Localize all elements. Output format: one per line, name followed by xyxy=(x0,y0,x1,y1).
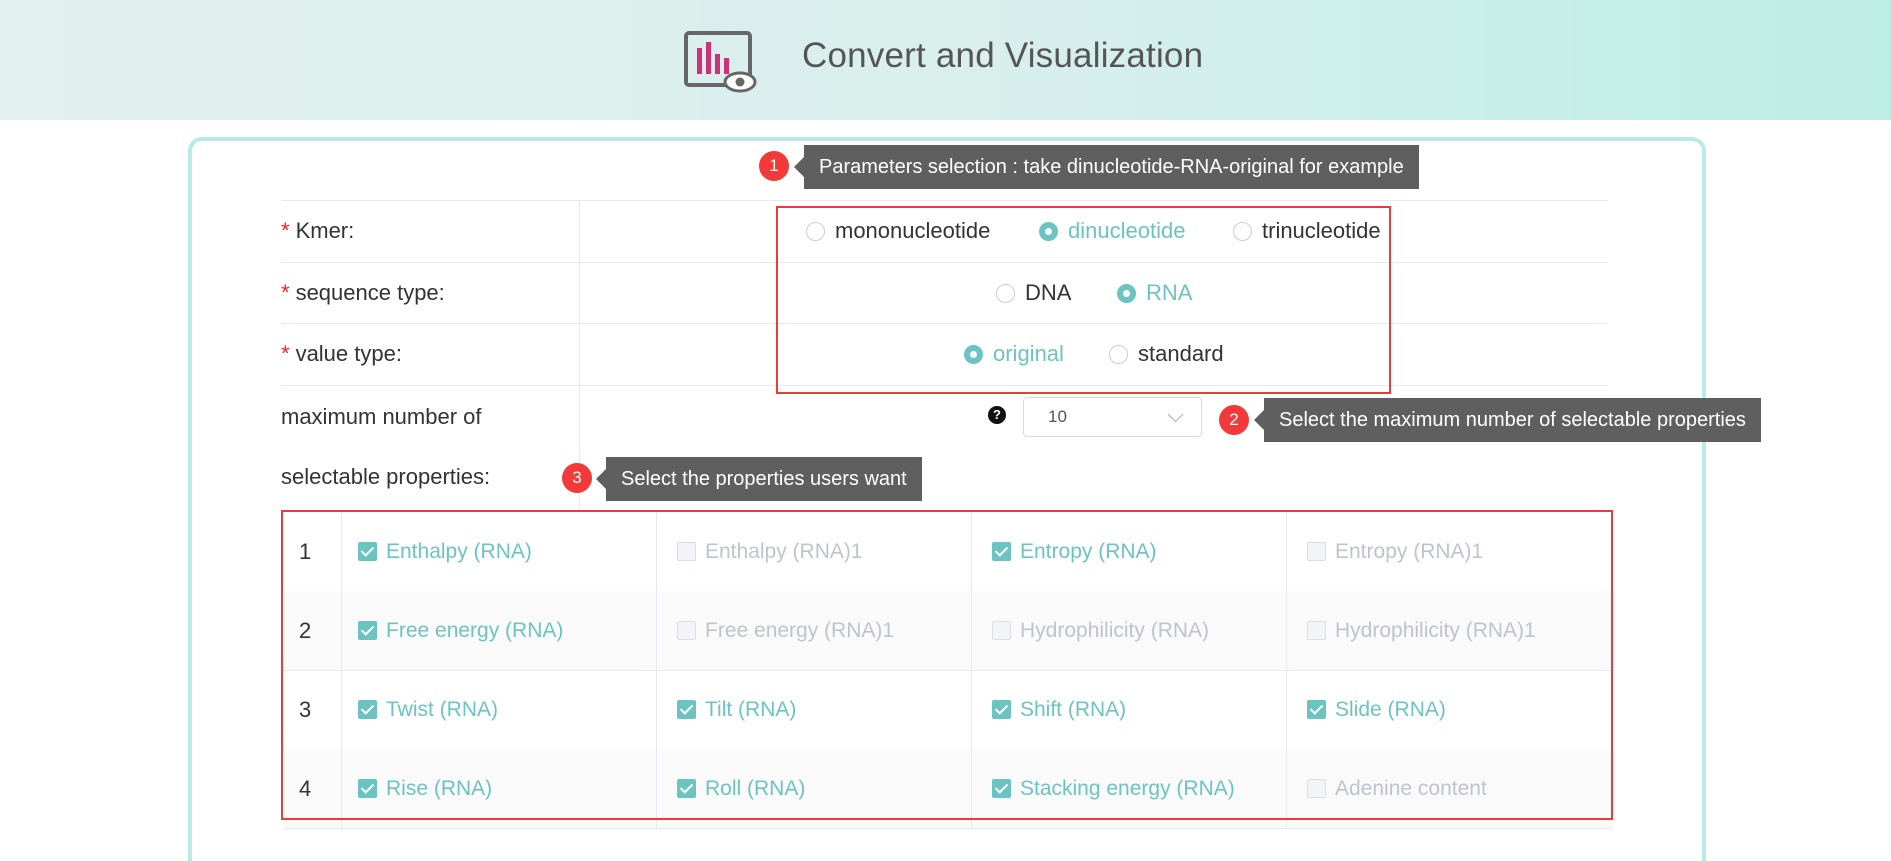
tooltip-max-props: Select the maximum number of selectable … xyxy=(1254,398,1761,442)
tooltip-parameters: Parameters selection : take dinucleotide… xyxy=(794,145,1419,189)
sequence-type-label: * sequence type: xyxy=(281,280,445,305)
divider xyxy=(579,200,580,508)
chevron-down-icon xyxy=(1167,406,1184,423)
chart-eye-icon xyxy=(684,31,757,93)
step-badge-1: 1 xyxy=(759,151,789,181)
divider xyxy=(281,200,1608,201)
max-props-label-line2: selectable properties: xyxy=(281,464,491,489)
page-title: Convert and Visualization xyxy=(802,36,1204,75)
step-badge-3: 3 xyxy=(562,463,592,493)
parameters-highlight-box xyxy=(776,206,1391,394)
properties-highlight-box xyxy=(281,510,1613,820)
question-circle-icon[interactable]: ? xyxy=(988,406,1006,424)
tooltip-properties: Select the properties users want xyxy=(596,457,922,501)
max-props-label-line1: maximum number of xyxy=(281,404,482,429)
page-header: Convert and Visualization xyxy=(0,0,1891,120)
step-badge-2: 2 xyxy=(1219,405,1249,435)
kmer-label: * Kmer: xyxy=(281,218,355,243)
value-type-label: * value type: xyxy=(281,341,402,366)
max-props-select[interactable]: 10 xyxy=(1023,397,1202,437)
